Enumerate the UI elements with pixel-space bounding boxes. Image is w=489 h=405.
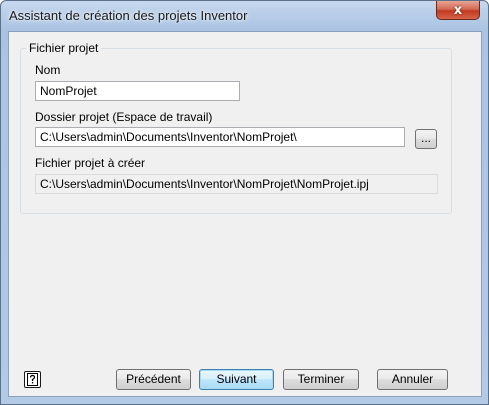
close-button[interactable]: x bbox=[436, 1, 480, 20]
folder-label: Dossier projet (Espace de travail) bbox=[35, 110, 213, 124]
help-icon bbox=[27, 373, 38, 386]
finish-button[interactable]: Terminer bbox=[283, 369, 359, 390]
project-file-group: Fichier projet Nom NomProjet Dossier pro… bbox=[20, 41, 452, 214]
folder-input[interactable]: C:\Users\admin\Documents\Inventor\NomPro… bbox=[35, 127, 405, 147]
close-icon: x bbox=[453, 2, 463, 18]
name-input[interactable]: NomProjet bbox=[35, 81, 240, 101]
group-legend: Fichier projet bbox=[26, 41, 102, 55]
window-title: Assistant de création des projets Invent… bbox=[9, 8, 248, 23]
help-button[interactable] bbox=[24, 371, 41, 388]
file-path-display: C:\Users\admin\Documents\Inventor\NomPro… bbox=[35, 174, 438, 194]
file-label: Fichier projet à créer bbox=[35, 156, 146, 170]
title-bar[interactable]: Assistant de création des projets Invent… bbox=[1, 1, 488, 31]
browse-button[interactable]: ... bbox=[415, 129, 437, 149]
cancel-button[interactable]: Annuler bbox=[377, 369, 448, 390]
dialog-body: Fichier projet Nom NomProjet Dossier pro… bbox=[8, 31, 482, 397]
next-button[interactable]: Suivant bbox=[199, 369, 274, 390]
wizard-window: Assistant de création des projets Invent… bbox=[0, 0, 489, 405]
previous-button[interactable]: Précédent bbox=[116, 369, 191, 390]
name-label: Nom bbox=[35, 63, 61, 77]
